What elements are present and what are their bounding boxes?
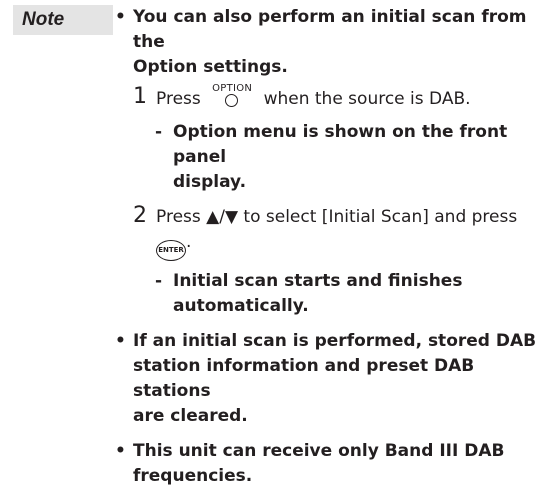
step-text: when the source is DAB. [263,89,471,109]
note-bullet-option-settings: • You can also perform an initial scan f… [113,5,549,80]
bullet-text-line: are cleared. [133,406,248,426]
result-text-line: automatically. [173,296,309,316]
note-label: Note [22,9,65,30]
step-1: 1 Press OPTION when the source is DAB. [113,83,549,112]
bullet-text-line: This unit can receive only Band III DAB [133,441,505,461]
step-number: 2 [133,203,147,228]
dash-marker: - [155,271,163,291]
bullet-text-line: Option settings. [133,57,288,77]
step-1-result: - Option menu is shown on the front pane… [113,120,549,195]
step-text: Press ▲/▼ to select [Initial Scan] and p… [156,207,518,227]
note-tab: Note [13,5,113,35]
step-text: . [186,232,192,252]
note-bullet-band-iii: • This unit can receive only Band III DA… [113,439,549,489]
option-button-label: OPTION [212,83,253,94]
note-bullet-stored-stations-cleared: • If an initial scan is performed, store… [113,329,549,429]
bullet-dot: • [115,7,126,27]
bullet-dot: • [115,331,126,351]
bullet-text-line: If an initial scan is performed, stored … [133,331,537,351]
bullet-text-line: frequencies. [133,466,253,486]
bullet-dot: • [115,441,126,461]
result-text-line: display. [173,172,247,192]
result-text-line: Initial scan starts and finishes [173,271,463,291]
note-content: • You can also perform an initial scan f… [113,5,549,489]
dash-marker: - [155,122,163,142]
step-2: 2 Press ▲/▼ to select [Initial Scan] and… [113,203,549,261]
option-button-circle [225,94,239,107]
result-text-line: Option menu is shown on the front panel [173,122,508,167]
bullet-text-line: You can also perform an initial scan fro… [133,7,527,52]
step-text: Press [156,89,201,109]
step-2-result: - Initial scan starts and finishes autom… [113,269,549,319]
option-button-icon: OPTION [208,83,256,108]
step-number: 1 [133,84,147,109]
bullet-text-line: station information and preset DAB stati… [133,356,475,401]
enter-button-icon: ENTER [156,240,186,261]
